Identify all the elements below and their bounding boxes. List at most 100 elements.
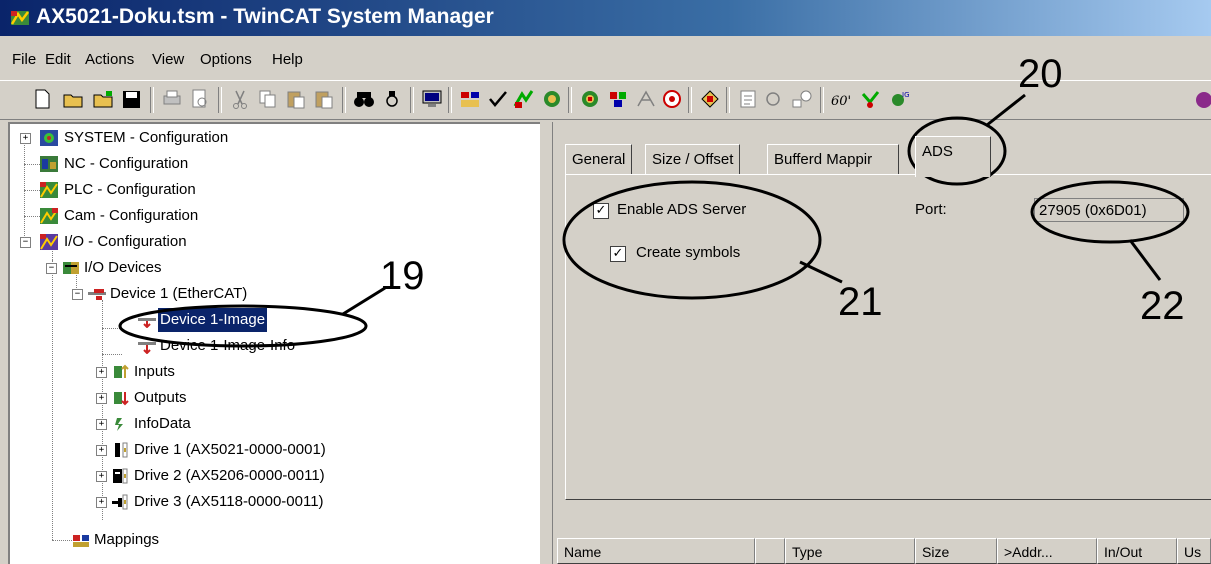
find-binoculars-icon[interactable] [352, 88, 376, 110]
expand-toggle-icon[interactable]: + [20, 133, 31, 144]
tree-node-cam-configuration[interactable]: Cam - Configuration [18, 204, 318, 228]
menu-options[interactable]: Options [200, 51, 252, 68]
io-mode-icon[interactable]: IG [888, 88, 912, 110]
menu-help[interactable]: Help [272, 51, 303, 68]
tree-node-label: Inputs [134, 363, 175, 380]
online-search-icon[interactable] [762, 88, 786, 110]
toolbar-separator [218, 87, 222, 113]
tree-node-device-1-image-info[interactable]: Device 1-Image-Info [122, 334, 422, 358]
tree-node-drive-1[interactable]: + Drive 1 (AX5021-0000-0001) [96, 438, 416, 462]
show-variables-icon[interactable] [736, 88, 760, 110]
tree-node-label: Device 1 (EtherCAT) [110, 285, 248, 302]
tree-node-inputs[interactable]: + Inputs [96, 360, 396, 384]
callout-number-21: 21 [838, 280, 883, 324]
menu-actions[interactable]: Actions [85, 51, 134, 68]
port-label: Port: [915, 201, 947, 218]
tree-node-system-configuration[interactable]: + SYSTEM - Configuration [18, 126, 318, 150]
new-file-icon[interactable] [30, 88, 54, 110]
cut-icon[interactable] [228, 88, 252, 110]
tree-node-mappings[interactable]: Mappings [46, 528, 346, 552]
tree-node-io-devices[interactable]: − I/O Devices [46, 256, 346, 280]
create-symbols-checkbox[interactable]: ✓ [610, 246, 626, 262]
tab-label: General [572, 151, 626, 168]
expand-toggle-icon[interactable]: + [96, 497, 107, 508]
tree-node-outputs[interactable]: + Outputs [96, 386, 396, 410]
activate-configuration-icon[interactable] [512, 88, 536, 110]
tree-node-plc-configuration[interactable]: PLC - Configuration [18, 178, 318, 202]
collapse-toggle-icon[interactable]: − [72, 289, 83, 300]
collapse-toggle-icon[interactable]: − [46, 263, 57, 274]
paste-with-links-icon[interactable] [312, 88, 336, 110]
tree-node-drive-2[interactable]: + Drive 2 (AX5206-0000-0011) [96, 464, 416, 488]
callout-number-20: 20 [1018, 52, 1063, 96]
open-current-icon[interactable] [92, 88, 116, 110]
tree-node-device-1-ethercat[interactable]: − Device 1 (EtherCAT) [72, 282, 372, 306]
column-header-blank[interactable] [755, 538, 785, 564]
enable-ads-server-checkbox[interactable]: ✓ [593, 203, 609, 219]
column-header-in-out[interactable]: In/Out [1097, 538, 1177, 564]
tree-node-device-1-image[interactable]: Device 1-Image [122, 308, 422, 332]
scan-devices-icon[interactable] [606, 88, 630, 110]
toolbar-separator [820, 87, 824, 113]
configuration-tree: + SYSTEM - Configuration NC - Configurat… [8, 122, 540, 564]
menu-view[interactable]: View [152, 51, 184, 68]
extra-toolbar-icon[interactable] [1190, 88, 1211, 110]
monitor-icon[interactable] [420, 88, 444, 110]
expand-toggle-icon[interactable]: + [96, 419, 107, 430]
tree-node-label: Device 1-Image [158, 308, 268, 332]
add-item-icon[interactable] [698, 88, 722, 110]
expand-toggle-icon[interactable]: + [96, 471, 107, 482]
column-header-user[interactable]: Us [1177, 538, 1211, 564]
tab-ads[interactable]: ADS [915, 136, 991, 177]
tree-connector [102, 354, 122, 355]
column-header-name[interactable]: Name [557, 538, 755, 564]
open-folder-icon[interactable] [62, 88, 86, 110]
menu-edit[interactable]: Edit [45, 51, 71, 68]
show-online-data-icon[interactable]: 60' [828, 88, 852, 110]
title-bar[interactable]: AX5021-Doku.tsm - TwinCAT System Manager [0, 0, 1211, 36]
save-icon[interactable] [120, 88, 144, 110]
set-run-mode-icon[interactable] [540, 88, 564, 110]
toolbar-separator [410, 87, 414, 113]
tree-node-label: PLC - Configuration [64, 181, 196, 198]
tree-node-label: Outputs [134, 389, 187, 406]
check-configuration-icon[interactable] [486, 88, 510, 110]
tab-general[interactable]: General [565, 144, 633, 175]
port-value-field: 27905 (0x6D01) [1034, 198, 1184, 222]
expand-toggle-icon[interactable]: + [96, 367, 107, 378]
toolbar-separator [448, 87, 452, 113]
choose-target-icon[interactable] [578, 88, 602, 110]
network-connect-icon[interactable] [790, 88, 814, 110]
expand-toggle-icon[interactable]: + [96, 393, 107, 404]
column-header-type[interactable]: Type [785, 538, 915, 564]
toggle-free-run-icon[interactable] [634, 88, 658, 110]
print-preview-icon[interactable] [188, 88, 212, 110]
tab-buffered-mapping[interactable]: Bufferd Mappir [767, 144, 899, 175]
callout-number-19: 19 [380, 254, 425, 298]
io-devices-icon [63, 262, 79, 274]
menu-file[interactable]: File [12, 51, 36, 68]
tree-node-drive-3[interactable]: + Drive 3 (AX5118-0000-0011) [96, 490, 416, 514]
expand-toggle-icon[interactable]: + [96, 445, 107, 456]
tree-node-io-configuration[interactable]: − I/O - Configuration [18, 230, 318, 254]
drive-2-icon [113, 468, 128, 484]
copy-icon[interactable] [256, 88, 280, 110]
window-title: AX5021-Doku.tsm - TwinCAT System Manager [36, 5, 494, 28]
reload-devices-icon[interactable] [660, 88, 684, 110]
generate-mappings-icon[interactable] [458, 88, 482, 110]
drive-3-icon [112, 494, 128, 510]
collapse-toggle-icon[interactable]: − [20, 237, 31, 248]
tree-node-label: SYSTEM - Configuration [64, 129, 229, 146]
outputs-icon [114, 392, 129, 406]
tab-size-offset[interactable]: Size / Offset [645, 144, 741, 175]
enable-ads-server-label: Enable ADS Server [617, 201, 747, 218]
application-window: AX5021-Doku.tsm - TwinCAT System Manager… [0, 0, 1211, 564]
find-next-icon[interactable] [380, 88, 404, 110]
column-header-size[interactable]: Size [915, 538, 997, 564]
tree-node-nc-configuration[interactable]: NC - Configuration [18, 152, 318, 176]
paste-icon[interactable] [284, 88, 308, 110]
print-icon[interactable] [160, 88, 184, 110]
show-sub-items-icon[interactable] [858, 88, 882, 110]
column-header-addr[interactable]: >Addr... [997, 538, 1097, 564]
tree-node-infodata[interactable]: + InfoData [96, 412, 396, 436]
